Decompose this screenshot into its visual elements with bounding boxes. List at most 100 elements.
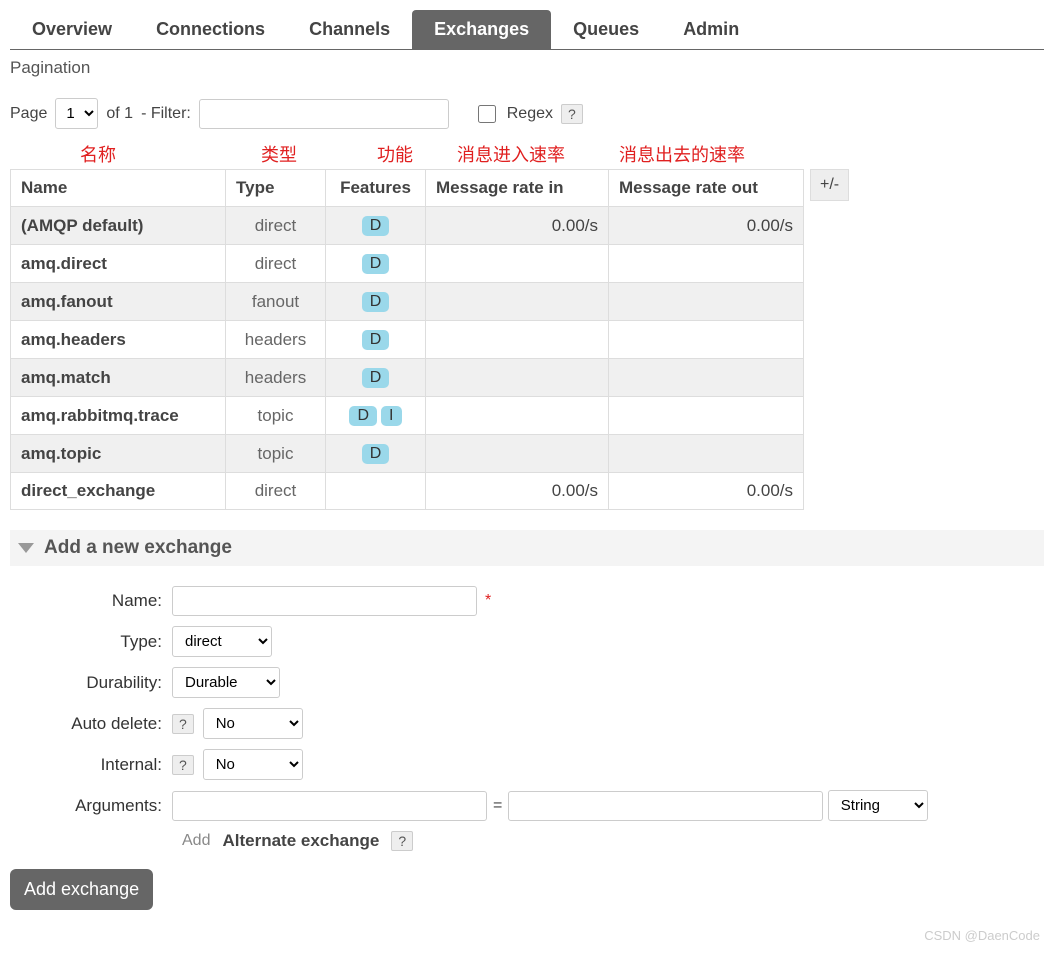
filter-label: - Filter: (141, 105, 191, 123)
alternate-exchange-help-button[interactable]: ? (391, 831, 413, 851)
autodelete-select[interactable]: No (203, 708, 303, 739)
rate-in-cell (426, 245, 609, 283)
regex-label: Regex (507, 105, 553, 123)
exchange-name-cell[interactable]: amq.match (11, 359, 226, 397)
add-exchange-section-header[interactable]: Add a new exchange (10, 530, 1044, 566)
argument-key-input[interactable] (172, 791, 487, 821)
exchange-name-cell[interactable]: amq.headers (11, 321, 226, 359)
table-row: amq.directdirect D (11, 245, 804, 283)
rate-out-cell: 0.00/s (609, 473, 804, 510)
argument-type-select[interactable]: String (828, 790, 928, 821)
feature-badge: D (362, 444, 390, 464)
watermark: CSDN @DaenCode (924, 928, 1040, 943)
exchange-name-cell[interactable]: (AMQP default) (11, 207, 226, 245)
arguments-label: Arguments: (10, 796, 172, 816)
rate-in-cell (426, 397, 609, 435)
tab-connections[interactable]: Connections (134, 10, 287, 49)
name-label: Name: (10, 591, 172, 611)
tab-queues[interactable]: Queues (551, 10, 661, 49)
column-header[interactable]: Message rate in (426, 170, 609, 207)
exchange-name-cell[interactable]: amq.direct (11, 245, 226, 283)
exchange-name-cell[interactable]: amq.rabbitmq.trace (11, 397, 226, 435)
tab-channels[interactable]: Channels (287, 10, 412, 49)
feature-badge: D (349, 406, 377, 426)
rate-out-cell (609, 245, 804, 283)
argument-add-link[interactable]: Add (182, 832, 210, 850)
durability-select[interactable]: Durable (172, 667, 280, 698)
tab-exchanges[interactable]: Exchanges (412, 10, 551, 49)
rate-out-cell: 0.00/s (609, 207, 804, 245)
page-of: of 1 (106, 105, 133, 123)
exchange-features-cell: D (326, 359, 426, 397)
rate-in-cell (426, 283, 609, 321)
exchange-type-cell: fanout (226, 283, 326, 321)
exchange-type-cell: headers (226, 359, 326, 397)
equals-sign: = (493, 797, 502, 815)
rate-out-cell (609, 283, 804, 321)
rate-in-cell (426, 435, 609, 473)
page-label: Page (10, 105, 47, 123)
exchange-name-cell[interactable]: amq.topic (11, 435, 226, 473)
caret-down-icon (18, 543, 34, 553)
tab-admin[interactable]: Admin (661, 10, 761, 49)
exchange-type-cell: direct (226, 245, 326, 283)
rate-out-cell (609, 321, 804, 359)
table-row: direct_exchangedirect 0.00/s0.00/s (11, 473, 804, 510)
internal-label: Internal: (10, 755, 172, 775)
add-exchange-title: Add a new exchange (44, 537, 232, 559)
rate-in-cell: 0.00/s (426, 207, 609, 245)
autodelete-help-button[interactable]: ? (172, 714, 194, 734)
add-exchange-button[interactable]: Add exchange (10, 869, 153, 910)
table-row: amq.headersheaders D (11, 321, 804, 359)
feature-badge: D (362, 216, 390, 236)
exchange-features-cell: D (326, 245, 426, 283)
pagination-title: Pagination (10, 58, 1044, 78)
internal-select[interactable]: No (203, 749, 303, 780)
alternate-exchange-link[interactable]: Alternate exchange (222, 831, 379, 851)
feature-badge: D (362, 330, 390, 350)
rate-in-cell: 0.00/s (426, 473, 609, 510)
name-input[interactable] (172, 586, 477, 616)
required-asterisk: * (485, 592, 491, 610)
column-header[interactable]: Message rate out (609, 170, 804, 207)
regex-help-button[interactable]: ? (561, 104, 583, 124)
main-tabs: OverviewConnectionsChannelsExchangesQueu… (10, 10, 1044, 50)
feature-badge: D (362, 254, 390, 274)
exchange-name-cell[interactable]: amq.fanout (11, 283, 226, 321)
column-header[interactable]: Features (326, 170, 426, 207)
feature-badge: I (381, 406, 401, 426)
exchanges-table: NameTypeFeaturesMessage rate inMessage r… (10, 169, 804, 510)
cn-type: 类型 (261, 141, 357, 167)
cn-out: 消息出去的速率 (619, 141, 779, 167)
internal-help-button[interactable]: ? (172, 755, 194, 775)
exchange-type-cell: topic (226, 397, 326, 435)
rate-in-cell (426, 321, 609, 359)
tab-overview[interactable]: Overview (10, 10, 134, 49)
filter-input[interactable] (199, 99, 449, 129)
column-header[interactable]: Name (11, 170, 226, 207)
type-select[interactable]: direct (172, 626, 272, 657)
column-header[interactable]: Type (226, 170, 326, 207)
exchange-features-cell: D (326, 321, 426, 359)
autodelete-label: Auto delete: (10, 714, 172, 734)
argument-value-input[interactable] (508, 791, 823, 821)
table-row: (AMQP default)directD0.00/s0.00/s (11, 207, 804, 245)
exchange-type-cell: headers (226, 321, 326, 359)
cn-name: 名称 (80, 141, 176, 167)
rate-out-cell (609, 359, 804, 397)
regex-checkbox[interactable] (478, 105, 496, 123)
exchange-features-cell (326, 473, 426, 510)
exchange-type-cell: direct (226, 473, 326, 510)
feature-badge: D (362, 292, 390, 312)
exchange-name-cell[interactable]: direct_exchange (11, 473, 226, 510)
table-row: amq.topictopic D (11, 435, 804, 473)
rate-out-cell (609, 435, 804, 473)
page-select[interactable]: 1 (55, 98, 98, 129)
table-row: amq.rabbitmq.tracetopicDI (11, 397, 804, 435)
exchange-type-cell: topic (226, 435, 326, 473)
columns-toggle-button[interactable]: +/- (810, 169, 849, 201)
table-row: amq.matchheadersD (11, 359, 804, 397)
exchange-features-cell: DI (326, 397, 426, 435)
durability-label: Durability: (10, 673, 172, 693)
table-row: amq.fanoutfanout D (11, 283, 804, 321)
